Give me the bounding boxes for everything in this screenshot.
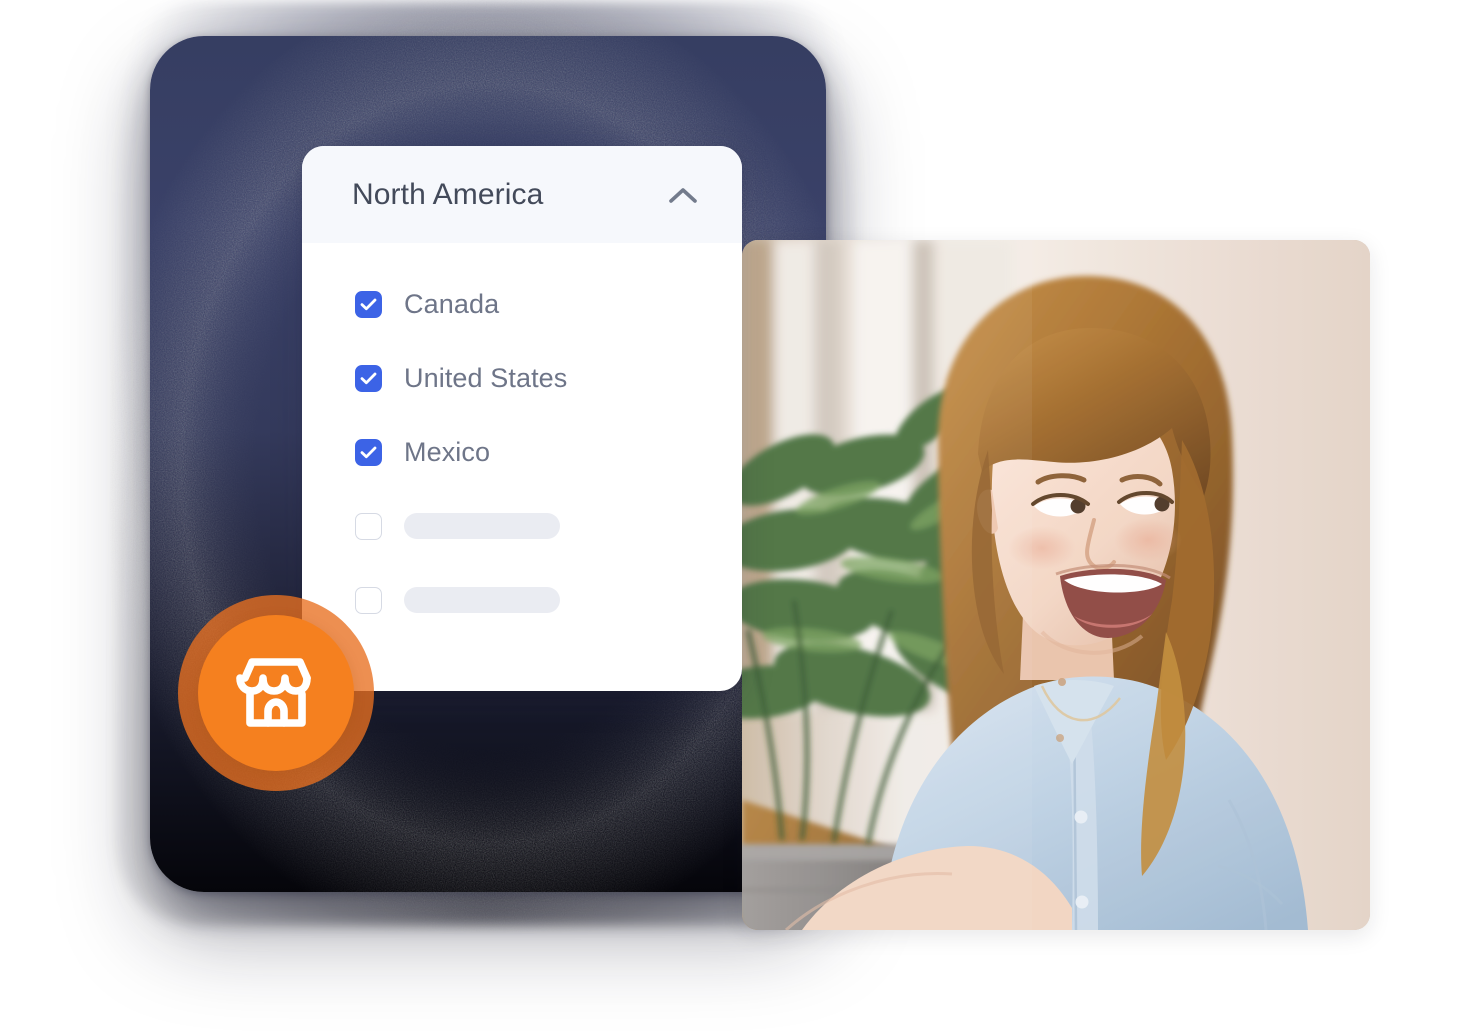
checkbox-placeholder-1[interactable] <box>355 512 382 540</box>
storefront-badge-fill <box>198 615 354 771</box>
skeleton-label <box>404 587 560 613</box>
list-item[interactable] <box>302 563 742 637</box>
chevron-up-icon[interactable] <box>666 178 700 212</box>
list-item[interactable] <box>302 489 742 563</box>
checkbox-canada[interactable] <box>355 290 382 318</box>
storefront-icon <box>236 658 311 727</box>
storefront-badge <box>178 595 374 791</box>
region-dropdown-panel: North America Canada United States Mexic… <box>302 146 742 691</box>
list-item[interactable]: Mexico <box>302 415 742 489</box>
person-photo <box>742 240 1370 930</box>
list-item[interactable]: United States <box>302 341 742 415</box>
list-item[interactable]: Canada <box>302 267 742 341</box>
checkbox-united-states[interactable] <box>355 364 382 392</box>
list-item-label: Mexico <box>404 436 491 467</box>
checkbox-mexico[interactable] <box>355 438 382 466</box>
dropdown-option-list: Canada United States Mexico <box>302 243 742 637</box>
list-item-label: United States <box>404 362 568 393</box>
dropdown-title: North America <box>352 177 544 211</box>
dropdown-header[interactable]: North America <box>302 146 742 243</box>
screenshot-stage: North America Canada United States Mexic… <box>0 0 1471 1035</box>
skeleton-label <box>404 513 560 539</box>
checkbox-placeholder-2[interactable] <box>355 586 382 614</box>
list-item-label: Canada <box>404 288 500 319</box>
